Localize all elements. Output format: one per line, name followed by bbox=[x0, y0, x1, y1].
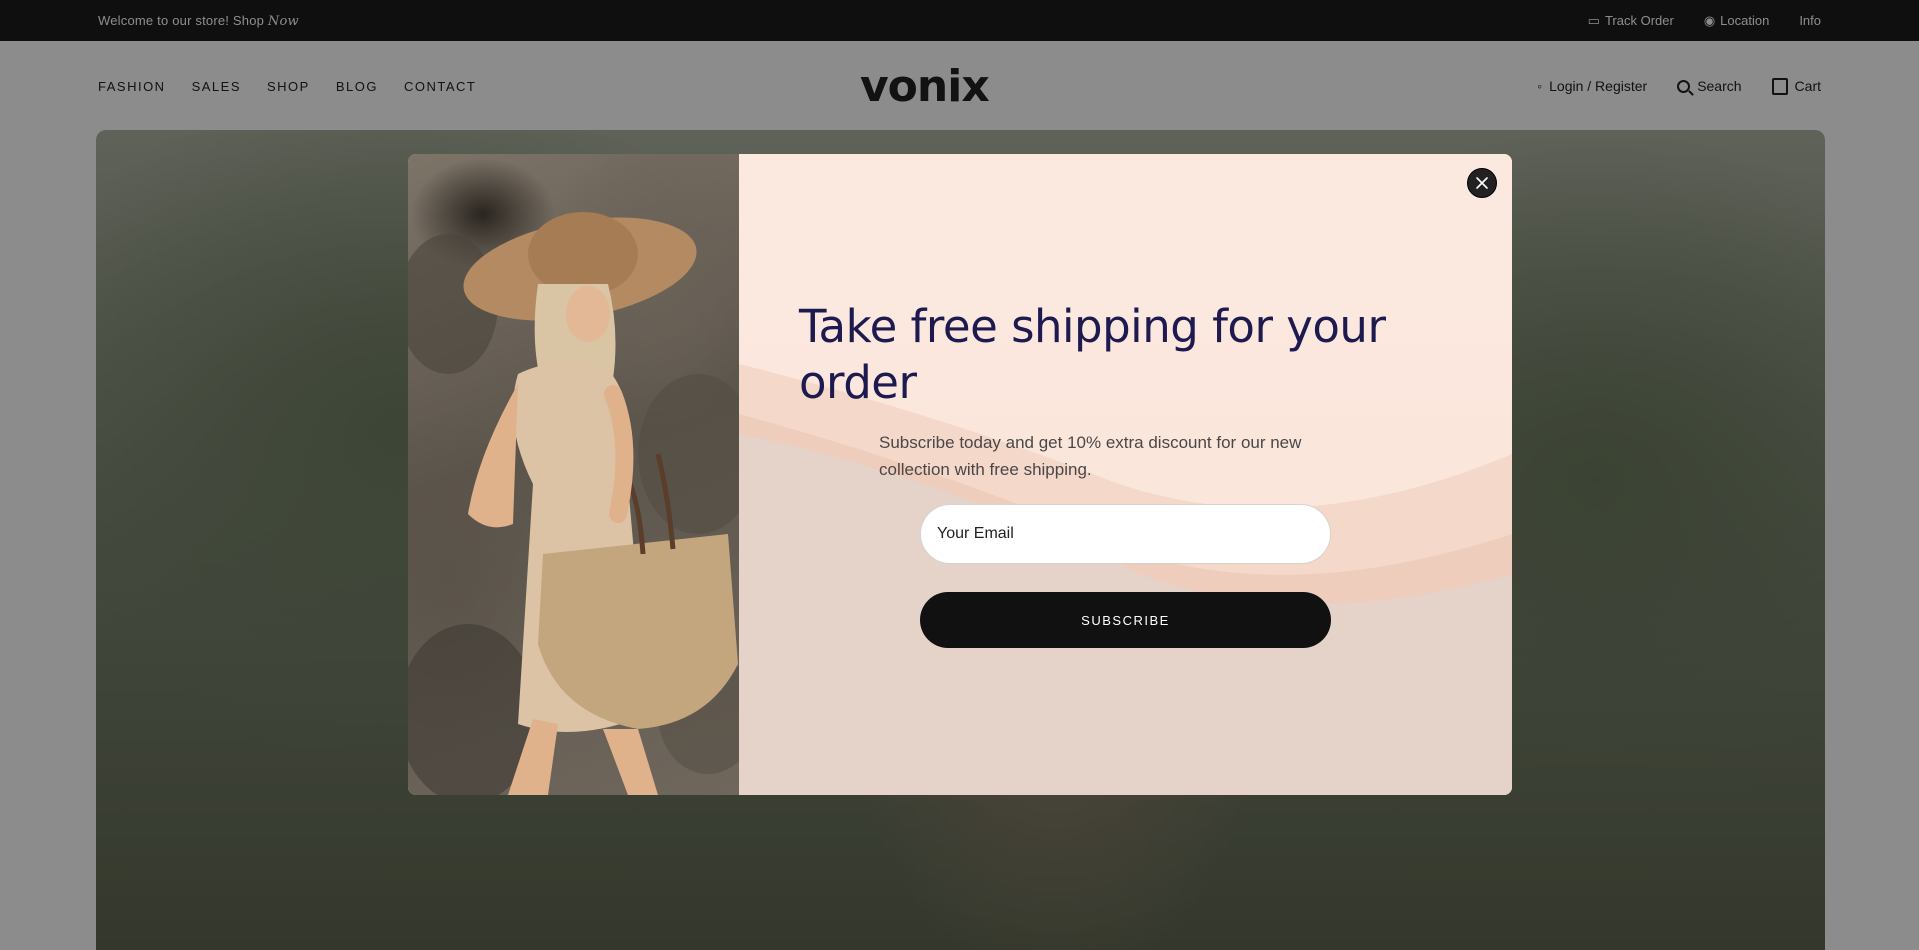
close-button[interactable] bbox=[1467, 168, 1497, 198]
email-input[interactable] bbox=[920, 504, 1331, 564]
woman-with-hat-illustration bbox=[408, 212, 739, 795]
newsletter-popup: Take free shipping for your order Subscr… bbox=[408, 154, 1512, 795]
popup-content: Take free shipping for your order Subscr… bbox=[739, 154, 1512, 795]
close-icon bbox=[1476, 177, 1488, 189]
popup-image bbox=[408, 154, 739, 795]
subscribe-button[interactable]: SUBSCRIBE bbox=[920, 592, 1331, 648]
popup-subtitle: Subscribe today and get 10% extra discou… bbox=[879, 433, 1302, 479]
popup-title: Take free shipping for your order bbox=[799, 300, 1386, 409]
